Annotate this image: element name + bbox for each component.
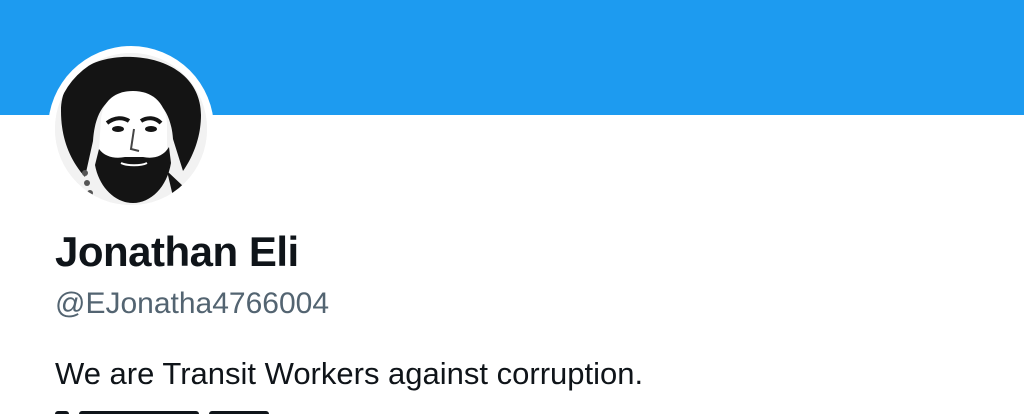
user-handle: @EJonatha4766004: [55, 287, 330, 320]
display-name: Jonathan Eli: [55, 228, 299, 275]
bio-next-line-clipped: [55, 404, 315, 414]
avatar[interactable]: [55, 53, 207, 205]
avatar-photo: [55, 53, 207, 205]
profile-bio: We are Transit Workers against corruptio…: [55, 356, 644, 391]
avatar-ring[interactable]: [48, 46, 214, 212]
